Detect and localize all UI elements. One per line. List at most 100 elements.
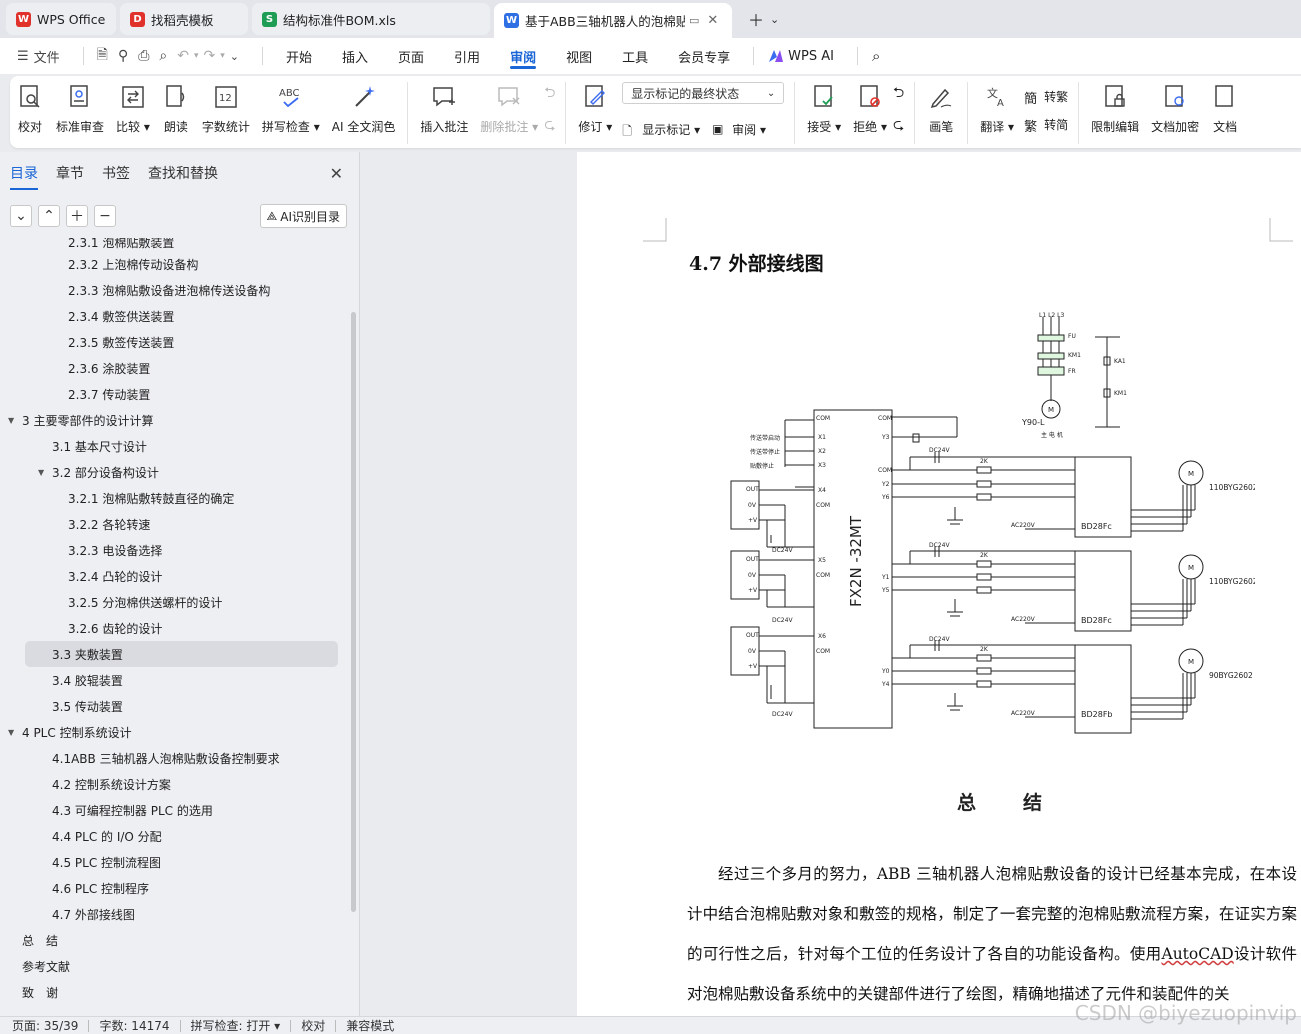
toc-item[interactable]: 3.2.4 凸轮的设计 — [0, 563, 350, 589]
toc-item[interactable]: 2.3.2 上泡棉传动设备构 — [0, 251, 350, 277]
page-indicator[interactable]: 页面: 35/39 — [12, 1017, 78, 1034]
tab-find-replace[interactable]: 查找和替换 — [148, 163, 218, 183]
print-icon[interactable]: ⎙ — [138, 48, 149, 64]
tab-bookmarks[interactable]: 书签 — [102, 163, 130, 183]
previous-change-icon[interactable]: ⮌ — [893, 82, 904, 106]
toc-item[interactable]: 致 谢 — [0, 979, 350, 1005]
save-icon[interactable]: 🗎 — [97, 44, 108, 68]
menu-wps-ai[interactable]: WPS AI — [768, 38, 834, 74]
menu-insert[interactable]: 插入 — [342, 38, 368, 74]
menu-tools[interactable]: 工具 — [622, 38, 648, 74]
remove-heading-button[interactable]: − — [94, 205, 116, 227]
toc-item[interactable]: 3.2.2 各轮转速 — [0, 511, 350, 537]
toc-item[interactable]: 3.2.1 泡棉贴敷转鼓直径的确定 — [0, 485, 350, 511]
doc-encrypt-button[interactable]: 文档加密 — [1151, 82, 1199, 135]
toc-item[interactable]: 3.2.3 电设备选择 — [0, 537, 350, 563]
more-chevron-icon[interactable]: ⌄ — [230, 50, 239, 63]
show-markup-button[interactable]: 🗋 显示标记 ▾ — [622, 121, 700, 138]
standard-review-button[interactable]: 标准审查 — [56, 82, 104, 135]
toc-item[interactable]: 3.3 夹敷装置 — [25, 641, 338, 667]
undo-icon[interactable]: ↶ — [177, 48, 189, 64]
expand-down-button[interactable]: ⌄ — [10, 205, 32, 227]
tab-toc[interactable]: 目录 — [10, 163, 38, 190]
menu-home[interactable]: 开始 — [286, 38, 312, 74]
next-change-icon[interactable]: ⮎ — [893, 114, 904, 138]
add-heading-button[interactable]: ＋ — [66, 205, 88, 227]
ai-polish-button[interactable]: AI 全文润色 — [332, 82, 395, 135]
toc-item[interactable]: 参考文献 — [0, 953, 350, 979]
toc-item[interactable]: 2.3.5 敷签传送装置 — [0, 329, 350, 355]
track-changes-button[interactable]: 修订 ▾ — [578, 82, 612, 135]
proofread-button[interactable]: 校对 — [16, 82, 44, 135]
toc-item[interactable]: 4.5 PLC 控制流程图 — [0, 849, 350, 875]
next-comment-icon[interactable]: ⮎ — [544, 114, 555, 138]
collapse-up-button[interactable]: ⌃ — [38, 205, 60, 227]
menu-review[interactable]: 审阅 — [510, 38, 537, 74]
print-preview-icon[interactable]: ⌕ — [159, 48, 167, 64]
word-count-button[interactable]: 12 字数统计 — [202, 82, 250, 135]
menu-member[interactable]: 会员专享 — [678, 38, 730, 74]
toc-item[interactable]: 4.2 控制系统设计方案 — [0, 771, 350, 797]
expand-triangle-icon[interactable]: ▼ — [38, 468, 48, 477]
new-tab-icon[interactable]: ＋ — [748, 7, 764, 31]
toc-item[interactable]: 2.3.3 泡棉贴敷设备进泡棉传送设备构 — [0, 277, 350, 303]
file-menu[interactable]: ☰ 文件 — [12, 47, 65, 66]
proof-status[interactable]: 校对 — [301, 1017, 325, 1034]
toc-item[interactable]: ▼ 4 PLC 控制系统设计 — [0, 719, 350, 745]
redo-icon[interactable]: ↷ — [204, 48, 216, 64]
toc-item[interactable]: 4.7 外部接线图 — [0, 901, 350, 927]
markup-mode-dropdown[interactable]: 显示标记的最终状态 ⌄ — [622, 82, 785, 104]
format-painter-icon[interactable]: ⚲ — [118, 48, 128, 64]
previous-comment-icon[interactable]: ⮌ — [544, 82, 555, 106]
document-page[interactable]: 4.7 外部接线图 L1 L2 L3 FU KM1 FR KA1 KM1 Y90… — [577, 152, 1301, 1016]
toc-item[interactable]: 2.3.7 传动装置 — [0, 381, 350, 407]
redo-dropdown-icon[interactable]: ▾ — [220, 51, 225, 61]
toc-item[interactable]: 3.2.5 分泡棉供送螺杆的设计 — [0, 589, 350, 615]
doc-more-button[interactable]: 文档 — [1211, 82, 1239, 135]
toc-item[interactable]: 3.5 传动装置 — [0, 693, 350, 719]
spell-check-button[interactable]: ABC 拼写检查 ▾ — [262, 82, 320, 135]
panel-scrollbar[interactable] — [351, 312, 356, 912]
review-pane-button[interactable]: ▣ 审阅 ▾ — [712, 121, 766, 138]
restrict-edit-button[interactable]: 限制编辑 — [1091, 82, 1139, 135]
spell-check-status[interactable]: 拼写检查: 打开 ▾ — [191, 1017, 281, 1034]
tab-wps-office[interactable]: W WPS Office — [6, 3, 116, 35]
word-count-indicator[interactable]: 字数: 14174 — [99, 1017, 169, 1034]
close-panel-icon[interactable]: ✕ — [330, 164, 343, 183]
expand-triangle-icon[interactable]: ▼ — [8, 728, 18, 737]
reject-button[interactable]: 拒绝 ▾ — [853, 82, 887, 135]
toc-item[interactable]: 2.3.1 泡棉贴敷装置 — [0, 238, 350, 251]
menu-references[interactable]: 引用 — [454, 38, 480, 74]
monitor-icon[interactable]: ▭ — [689, 14, 699, 27]
toc-item[interactable]: 4.1ABB 三轴机器人泡棉贴敷设备控制要求 — [0, 745, 350, 771]
read-aloud-button[interactable]: 朗读 — [162, 82, 190, 135]
expand-triangle-icon[interactable]: ▼ — [8, 416, 18, 425]
toc-item[interactable]: ▼ 3 主要零部件的设计计算 — [0, 407, 350, 433]
toc-item[interactable]: 总 结 — [0, 927, 350, 953]
tab-bom-spreadsheet[interactable]: S 结构标准件BOM.xls — [252, 3, 490, 35]
toc-item[interactable]: 2.3.4 敷签供送装置 — [0, 303, 350, 329]
delete-comment-button[interactable]: 删除批注 ▾ — [480, 82, 538, 135]
toc-item[interactable]: 3.4 胶辊装置 — [0, 667, 350, 693]
menu-view[interactable]: 视图 — [566, 38, 592, 74]
tab-docer-templates[interactable]: D 找稻壳模板 — [120, 3, 248, 35]
toc-item[interactable]: 3.2.6 齿轮的设计 — [0, 615, 350, 641]
to-traditional-button[interactable]: 簡 转繁 — [1024, 88, 1068, 108]
accept-button[interactable]: 接受 ▾ — [807, 82, 841, 135]
menu-page[interactable]: 页面 — [398, 38, 424, 74]
pen-button[interactable]: 画笔 — [927, 82, 955, 135]
close-tab-icon[interactable]: ✕ — [707, 13, 718, 28]
ai-toc-button[interactable]: ⟁ AI识别目录 — [259, 204, 347, 228]
toc-item[interactable]: 3.1 基本尺寸设计 — [0, 433, 350, 459]
tab-chapters[interactable]: 章节 — [56, 163, 84, 183]
toc-item[interactable]: 4.4 PLC 的 I/O 分配 — [0, 823, 350, 849]
translate-button[interactable]: 文A 翻译 ▾ — [980, 82, 1014, 135]
tab-active-document[interactable]: W 基于ABB三轴机器人的泡棉贴 ▭ ✕ — [494, 3, 732, 38]
undo-dropdown-icon[interactable]: ▾ — [194, 51, 199, 61]
toc-item[interactable]: 2.3.6 涂胶装置 — [0, 355, 350, 381]
compare-button[interactable]: 比较 ▾ — [116, 82, 150, 135]
toc-item[interactable]: 4.6 PLC 控制程序 — [0, 875, 350, 901]
search-icon[interactable]: ⌕ — [872, 47, 880, 65]
insert-comment-button[interactable]: 插入批注 — [420, 82, 468, 135]
to-simplified-button[interactable]: 繁 转简 — [1024, 116, 1068, 136]
